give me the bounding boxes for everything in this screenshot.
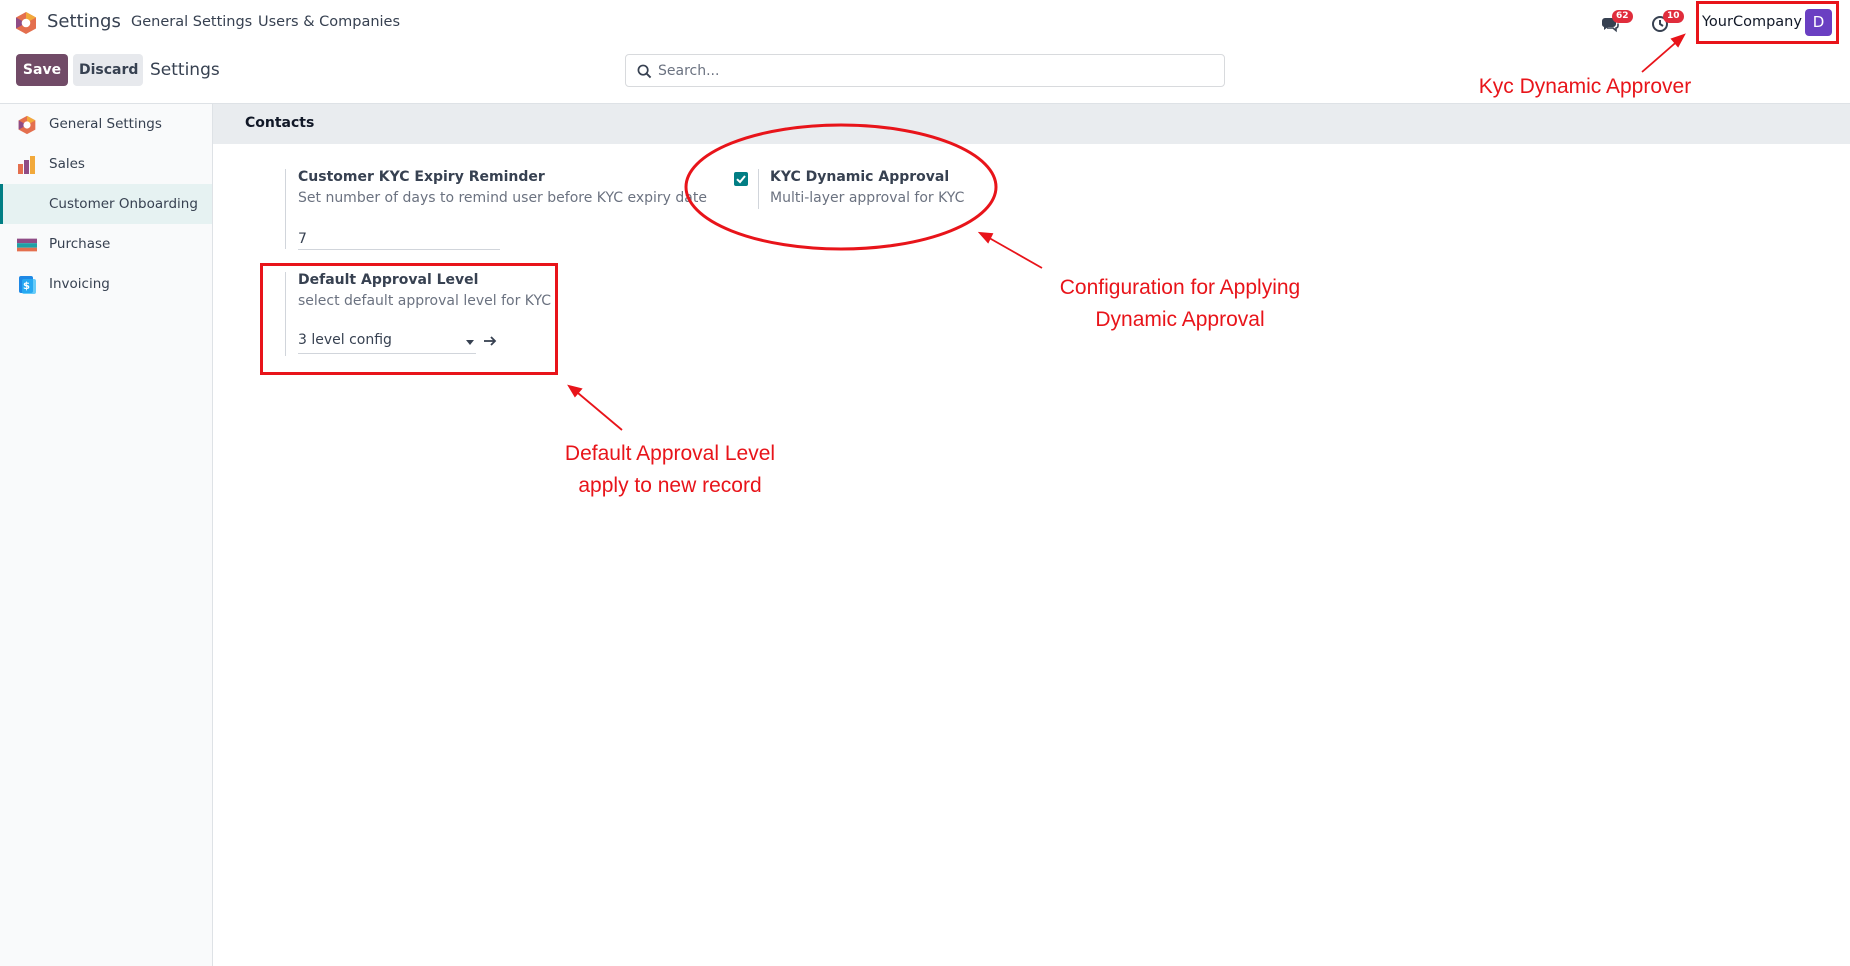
- kyc-dynamic-approval-checkbox[interactable]: [734, 172, 748, 186]
- messages-badge: 62: [1612, 10, 1633, 23]
- checkmark-icon: [736, 175, 746, 184]
- section-title: Contacts: [245, 115, 315, 131]
- sidebar-item-label: Purchase: [49, 236, 111, 252]
- menu-general-settings[interactable]: General Settings: [131, 14, 252, 30]
- sidebar-item-invoicing[interactable]: $ Invoicing: [0, 264, 212, 304]
- invoicing-icon: $: [19, 276, 36, 294]
- kyc-reminder-description: Set number of days to remind user before…: [298, 190, 707, 206]
- sidebar-item-label: Sales: [49, 156, 85, 172]
- setting-divider: [758, 169, 759, 209]
- annotation-overlay: [567, 33, 1686, 431]
- kyc-dynamic-approval-title: KYC Dynamic Approval: [770, 169, 950, 185]
- top-navbar: Settings General Settings Users & Compan…: [0, 0, 1850, 45]
- sidebar-item-label: General Settings: [49, 116, 162, 132]
- odoo-logo-icon[interactable]: [14, 11, 38, 35]
- search-input[interactable]: [656, 56, 1216, 85]
- odoo-logo-icon: [18, 115, 36, 135]
- app-title[interactable]: Settings: [47, 11, 121, 32]
- search-box[interactable]: [625, 54, 1225, 87]
- annotation-config-text: Configuration for Applying Dynamic Appro…: [1059, 276, 1301, 331]
- annotation-arrow-default: [567, 384, 623, 431]
- discard-button[interactable]: Discard: [73, 54, 143, 86]
- sidebar-item-sales[interactable]: Sales: [0, 144, 212, 184]
- messages-button[interactable]: 62: [1600, 10, 1633, 34]
- save-button[interactable]: Save: [16, 54, 68, 86]
- sidebar-item-customer-onboarding[interactable]: Customer Onboarding: [0, 184, 212, 224]
- search-icon: [637, 64, 652, 79]
- annotation-arrow-config: [977, 231, 1043, 269]
- sidebar-item-label: Invoicing: [49, 276, 110, 292]
- settings-sidebar: General Settings Sales Customer Onboardi…: [0, 104, 213, 966]
- sidebar-item-general-settings[interactable]: General Settings: [0, 104, 212, 144]
- annotation-approver-text: Kyc Dynamic Approver: [1478, 75, 1692, 98]
- svg-text:$: $: [23, 281, 30, 292]
- activities-badge: 10: [1663, 10, 1684, 23]
- kyc-reminder-title: Customer KYC Expiry Reminder: [298, 169, 545, 185]
- activities-button[interactable]: 10: [1651, 10, 1684, 34]
- kyc-reminder-days-input[interactable]: [298, 228, 500, 250]
- page-title: Settings: [150, 60, 220, 80]
- sidebar-item-purchase[interactable]: Purchase: [0, 224, 212, 264]
- menu-users-companies[interactable]: Users & Companies: [258, 14, 400, 30]
- section-header: Contacts: [213, 104, 1850, 144]
- sales-chart-icon: [18, 156, 35, 174]
- annotation-default-level-box: [260, 263, 558, 375]
- annotation-company-box: [1696, 1, 1839, 44]
- purchase-card-icon: [17, 238, 37, 252]
- annotation-default-text: Default Approval Level apply to new reco…: [564, 442, 776, 497]
- kyc-dynamic-approval-description: Multi-layer approval for KYC: [770, 190, 965, 206]
- setting-divider: [285, 169, 286, 249]
- sidebar-item-label: Customer Onboarding: [49, 196, 198, 212]
